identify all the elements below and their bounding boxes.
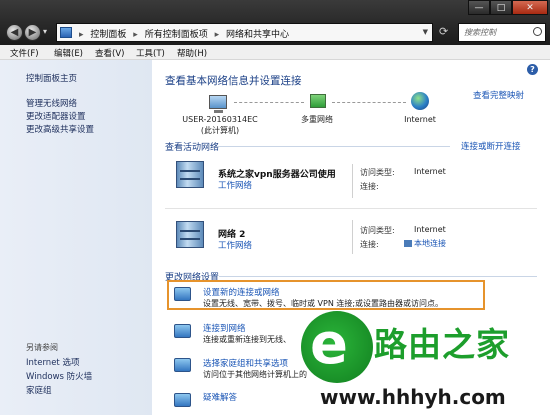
control-panel-icon bbox=[60, 27, 72, 38]
adapter-icon bbox=[404, 240, 412, 247]
breadcrumb-network-center[interactable]: 网络和共享中心 bbox=[226, 30, 289, 40]
connect-to-network-link[interactable]: 连接到网络 bbox=[203, 322, 246, 334]
sidebar-item-adapter[interactable]: 更改适配器设置 bbox=[26, 110, 86, 122]
menu-tools[interactable]: 工具(T) bbox=[136, 47, 165, 59]
address-dropdown-icon[interactable]: ▼ bbox=[423, 28, 428, 36]
menu-edit[interactable]: 编辑(E) bbox=[54, 47, 83, 59]
menu-bar: 文件(F) 编辑(E) 查看(V) 工具(T) 帮助(H) bbox=[0, 45, 550, 60]
sidebar-home[interactable]: 控制面板主页 bbox=[26, 72, 77, 84]
column-divider bbox=[352, 220, 353, 254]
sidebar-item-internet-options[interactable]: Internet 选项 bbox=[26, 356, 79, 368]
maximize-button[interactable]: □ bbox=[490, 0, 512, 15]
breadcrumb: ▸ 控制面板 ▸ 所有控制面板项 ▸ 网络和共享中心 bbox=[79, 27, 293, 40]
breadcrumb-separator: ▸ bbox=[133, 30, 138, 40]
network-type-link[interactable]: 工作网络 bbox=[218, 239, 252, 251]
watermark-brand: 路由之家 bbox=[374, 325, 510, 364]
full-map-link[interactable]: 查看完整映射 bbox=[473, 89, 524, 101]
sidebar-item-homegroup[interactable]: 家庭组 bbox=[26, 384, 52, 396]
sidebar-item-firewall[interactable]: Windows 防火墙 bbox=[26, 370, 92, 382]
watermark-url: www.hhhyh.com bbox=[320, 385, 506, 409]
network-server-icon bbox=[176, 161, 204, 188]
access-type-label: 访问类型: bbox=[360, 168, 395, 177]
computer-sub: (此计算机) bbox=[200, 126, 240, 135]
computer-name: USER-20160314EC bbox=[182, 115, 258, 124]
connect-network-icon bbox=[174, 324, 191, 338]
refresh-icon[interactable]: ⟳ bbox=[439, 25, 448, 38]
local-connection-label: 本地连接 bbox=[414, 239, 446, 248]
computer-label: USER-20160314EC (此计算机) bbox=[180, 114, 260, 136]
menu-view[interactable]: 查看(V) bbox=[95, 47, 124, 59]
internet-node-label: Internet bbox=[404, 115, 436, 124]
title-bar: — □ ✕ ◀ ▶ ▾ ▸ 控制面板 ▸ 所有控制面板项 ▸ 网络和共享中心 ▼… bbox=[0, 0, 550, 45]
connect-to-network-desc: 连接或重新连接到无线、 bbox=[203, 335, 291, 344]
menu-help[interactable]: 帮助(H) bbox=[177, 47, 207, 59]
page-title: 查看基本网络信息并设置连接 bbox=[165, 75, 302, 87]
local-connection-link[interactable]: 本地连接 bbox=[404, 238, 446, 249]
search-input[interactable]: 搜索控制 bbox=[458, 23, 546, 42]
section-divider bbox=[217, 146, 450, 147]
sidebar-item-wireless[interactable]: 管理无线网络 bbox=[26, 97, 77, 109]
network-server-icon bbox=[176, 221, 204, 248]
homegroup-sharing-desc: 访问位于其他网络计算机上的 bbox=[203, 370, 307, 379]
back-button[interactable]: ◀ bbox=[6, 24, 23, 41]
history-dropdown-icon[interactable]: ▾ bbox=[43, 27, 47, 36]
breadcrumb-separator: ▸ bbox=[214, 30, 220, 40]
network-type-link[interactable]: 工作网络 bbox=[218, 179, 252, 191]
breadcrumb-control-panel[interactable]: 控制面板 bbox=[90, 30, 126, 40]
network-node-label: 多重网络 bbox=[301, 115, 333, 124]
row-divider bbox=[165, 208, 537, 209]
window-controls: — □ ✕ bbox=[468, 0, 548, 16]
connection-label: 连接: bbox=[360, 182, 379, 191]
connect-disconnect-link[interactable]: 连接或断开连接 bbox=[461, 140, 521, 152]
section-divider bbox=[219, 276, 537, 277]
see-also-header: 另请参阅 bbox=[26, 343, 58, 352]
network-icon bbox=[310, 94, 326, 108]
forward-button[interactable]: ▶ bbox=[24, 24, 41, 41]
active-networks-header: 查看活动网络 bbox=[165, 143, 220, 153]
breadcrumb-separator: ▸ bbox=[79, 30, 84, 40]
search-icon[interactable] bbox=[533, 27, 542, 36]
troubleshoot-icon bbox=[174, 393, 191, 407]
map-connector bbox=[234, 102, 304, 103]
search-placeholder: 搜索控制 bbox=[464, 28, 496, 37]
homegroup-sharing-link[interactable]: 选择家庭组和共享选项 bbox=[203, 357, 288, 369]
map-connector bbox=[332, 102, 406, 103]
access-type-value: Internet bbox=[414, 167, 446, 176]
address-bar[interactable]: ▸ 控制面板 ▸ 所有控制面板项 ▸ 网络和共享中心 ▼ bbox=[56, 23, 433, 42]
homegroup-icon bbox=[174, 358, 191, 372]
breadcrumb-all-items[interactable]: 所有控制面板项 bbox=[145, 30, 208, 40]
column-divider bbox=[352, 164, 353, 198]
connection-label: 连接: bbox=[360, 240, 379, 249]
troubleshoot-link[interactable]: 疑难解答 bbox=[203, 391, 237, 403]
access-type-value: Internet bbox=[414, 225, 446, 234]
minimize-button[interactable]: — bbox=[468, 0, 490, 15]
setup-new-connection-link[interactable]: 设置新的连接或网络 bbox=[203, 286, 280, 298]
sidebar: 控制面板主页 管理无线网络 更改适配器设置 更改高级共享设置 另请参阅 Inte… bbox=[0, 60, 152, 415]
setup-new-connection-desc: 设置无线、宽带、拨号、临时或 VPN 连接;或设置路由器或访问点。 bbox=[203, 299, 444, 308]
new-connection-icon bbox=[174, 287, 191, 301]
sidebar-item-sharing[interactable]: 更改高级共享设置 bbox=[26, 123, 94, 135]
watermark-e-glyph: e bbox=[310, 312, 348, 377]
computer-icon bbox=[209, 95, 227, 113]
access-type-label: 访问类型: bbox=[360, 226, 395, 235]
help-icon[interactable]: ? bbox=[527, 64, 538, 75]
close-button[interactable]: ✕ bbox=[512, 0, 548, 15]
internet-globe-icon bbox=[411, 92, 429, 110]
menu-file[interactable]: 文件(F) bbox=[10, 47, 39, 59]
